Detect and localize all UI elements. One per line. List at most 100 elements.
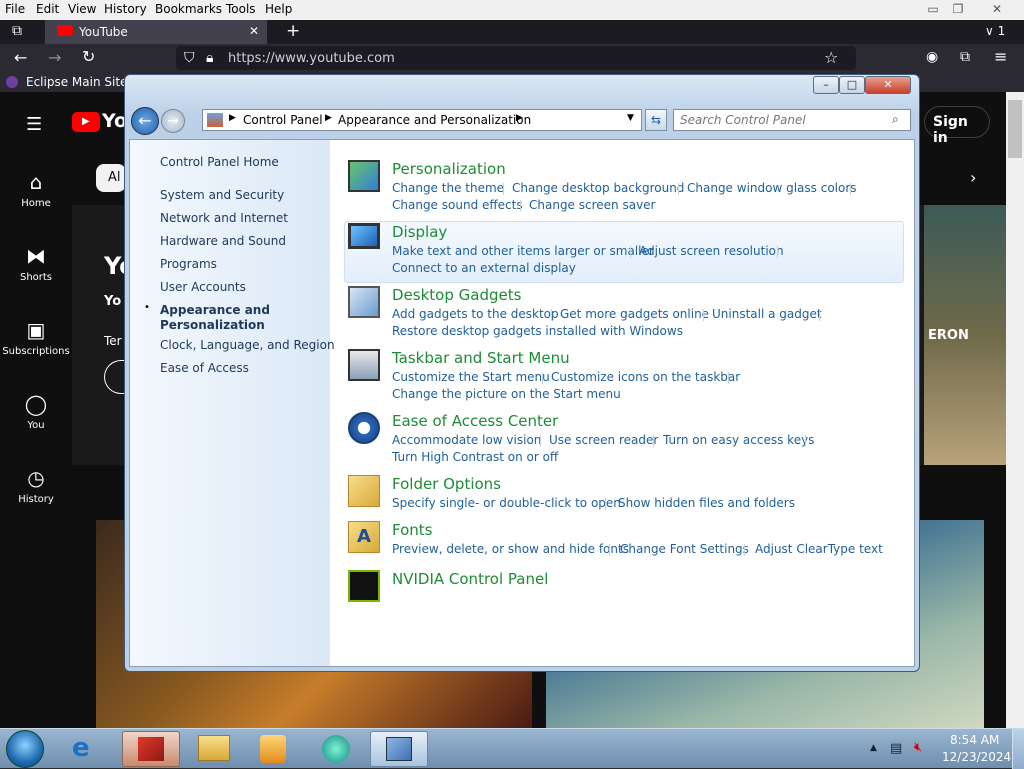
refresh-icon[interactable]: ⇆ <box>645 109 667 131</box>
extensions-icon[interactable]: ⧉ <box>960 50 970 64</box>
internet-explorer-icon[interactable]: e <box>72 733 90 763</box>
sidebar-item-home[interactable]: ⌂ Home <box>0 170 72 209</box>
task-link[interactable]: Turn on easy access keys <box>663 433 814 447</box>
url-text[interactable]: https://www.youtube.com <box>228 51 395 66</box>
shield-icon[interactable]: ⛉ <box>184 51 195 65</box>
category-title[interactable]: Ease of Access Center <box>392 412 558 430</box>
page-scrollbar[interactable] <box>1006 92 1024 728</box>
menu-tools[interactable]: Tools <box>226 2 256 16</box>
task-link[interactable]: Change Font Settings <box>620 542 749 556</box>
task-link[interactable]: Use screen reader <box>549 433 658 447</box>
show-desktop-button[interactable] <box>1012 729 1024 769</box>
media-player-icon[interactable] <box>260 735 286 763</box>
task-link[interactable]: Customize the Start menu <box>392 370 550 384</box>
url-bar[interactable]: ⛉ 🔒︎ https://www.youtube.com ☆ <box>176 46 856 70</box>
task-link[interactable]: Make text and other items larger or smal… <box>392 244 654 258</box>
task-link[interactable]: Restore desktop gadgets installed with W… <box>392 324 683 338</box>
menu-hamburger-icon[interactable]: ≡ <box>994 49 1007 65</box>
app-teal-icon[interactable] <box>322 735 350 763</box>
nav-appearance-personalization[interactable]: Appearance and Personalization <box>160 303 300 333</box>
task-link[interactable]: Specify single- or double-click to open <box>392 496 621 510</box>
forward-icon[interactable]: → <box>48 50 61 66</box>
back-icon[interactable]: ← <box>14 50 27 66</box>
sidebar-item-you[interactable]: ◯ You <box>0 392 72 431</box>
chips-next-icon[interactable]: › <box>970 168 976 187</box>
task-link[interactable]: Change window glass colors <box>687 181 857 195</box>
close-icon[interactable]: ✕ <box>986 1 1008 17</box>
menu-view[interactable]: View <box>68 2 96 16</box>
task-link[interactable]: Change screen saver <box>529 198 656 212</box>
guide-menu-icon[interactable]: ☰ <box>26 114 42 135</box>
category-title[interactable]: Display <box>392 223 447 241</box>
start-button[interactable] <box>6 730 44 768</box>
task-link[interactable]: Show hidden files and folders <box>618 496 795 510</box>
task-link[interactable]: Connect to an external display <box>392 261 576 275</box>
cp-minimize-icon[interactable]: – <box>813 76 839 94</box>
task-link[interactable]: Change sound effects <box>392 198 523 212</box>
new-tab-icon[interactable]: + <box>286 23 300 40</box>
clock-time[interactable]: 8:54 AM <box>950 733 999 747</box>
minimize-icon[interactable]: ▭ <box>922 1 944 17</box>
address-dropdown-icon[interactable]: ▼ <box>627 113 634 123</box>
task-link[interactable]: Accommodate low vision <box>392 433 541 447</box>
cp-back-icon[interactable]: ← <box>131 107 159 135</box>
tab-list-icon[interactable]: ⧉ <box>12 24 22 38</box>
network-icon[interactable]: ▤ <box>890 741 902 756</box>
task-link[interactable]: Customize icons on the taskbar <box>551 370 740 384</box>
nav-ease-of-access[interactable]: Ease of Access <box>160 361 249 375</box>
task-link[interactable]: Adjust ClearType text <box>755 542 883 556</box>
account-icon[interactable]: ◉ <box>926 50 938 64</box>
breadcrumb-control-panel[interactable]: Control Panel <box>243 113 323 127</box>
nav-network-internet[interactable]: Network and Internet <box>160 211 288 225</box>
menu-help[interactable]: Help <box>265 2 292 16</box>
reload-icon[interactable]: ↻ <box>82 49 95 65</box>
category-title[interactable]: Folder Options <box>392 475 501 493</box>
task-link[interactable]: Change the theme <box>392 181 504 195</box>
clock-date[interactable]: 12/23/2024 <box>942 750 1011 764</box>
task-link[interactable]: Turn High Contrast on or off <box>392 450 558 464</box>
tab-overflow-icon[interactable]: ∨ 1 <box>985 25 1005 37</box>
nav-programs[interactable]: Programs <box>160 257 217 271</box>
cp-home-link[interactable]: Control Panel Home <box>160 155 279 169</box>
search-icon[interactable]: ⌕ <box>892 112 899 127</box>
volume-muted-icon[interactable]: 🔇︎ <box>914 740 922 755</box>
task-link[interactable]: Add gadgets to the desktop <box>392 307 559 321</box>
sign-in-button[interactable]: Sign in <box>924 106 990 146</box>
sidebar-item-history[interactable]: ◷ History <box>0 466 72 505</box>
cp-address-bar[interactable]: ▶ Control Panel ▶ Appearance and Persona… <box>202 109 642 131</box>
category-title[interactable]: Personalization <box>392 160 506 178</box>
cp-search-field[interactable]: Search Control Panel ⌕ <box>673 109 911 131</box>
menu-file[interactable]: File <box>5 2 25 16</box>
sidebar-item-subscriptions[interactable]: ▣ Subscriptions <box>0 318 72 357</box>
menu-bookmarks[interactable]: Bookmarks <box>155 2 222 16</box>
tray-overflow-icon[interactable]: ▲ <box>870 743 877 753</box>
restore-icon[interactable]: ❐ <box>947 1 969 17</box>
task-link[interactable]: Adjust screen resolution <box>639 244 784 258</box>
cp-maximize-icon[interactable]: □ <box>839 76 865 94</box>
task-link[interactable]: Change desktop background <box>512 181 684 195</box>
breadcrumb-appearance[interactable]: Appearance and Personalization <box>338 113 531 127</box>
task-link[interactable]: Preview, delete, or show and hide fonts <box>392 542 629 556</box>
cp-close-icon[interactable]: ✕ <box>865 76 911 94</box>
menu-history[interactable]: History <box>104 2 147 16</box>
task-link[interactable]: Get more gadgets online <box>560 307 709 321</box>
tab-youtube[interactable]: YouTube ✕ <box>45 20 267 44</box>
cp-forward-icon[interactable]: → <box>161 109 185 133</box>
menu-edit[interactable]: Edit <box>36 2 59 16</box>
category-title[interactable]: Desktop Gadgets <box>392 286 521 304</box>
nav-hardware-sound[interactable]: Hardware and Sound <box>160 234 286 248</box>
lock-icon[interactable]: 🔒︎ <box>206 51 213 65</box>
category-title[interactable]: Taskbar and Start Menu <box>392 349 570 367</box>
task-link[interactable]: Change the picture on the Start menu <box>392 387 621 401</box>
task-link[interactable]: Uninstall a gadget <box>712 307 822 321</box>
category-title[interactable]: Fonts <box>392 521 432 539</box>
chip-all[interactable]: Al <box>96 164 126 192</box>
bookmark-eclipse[interactable]: Eclipse Main Site <box>26 75 127 89</box>
nav-clock-language-region[interactable]: Clock, Language, and Region <box>160 338 335 352</box>
explorer-folder-icon[interactable] <box>198 735 230 761</box>
scrollbar-thumb[interactable] <box>1008 100 1022 158</box>
sidebar-item-shorts[interactable]: ⧓ Shorts <box>0 244 72 283</box>
bookmark-star-icon[interactable]: ☆ <box>824 50 838 66</box>
nav-user-accounts[interactable]: User Accounts <box>160 280 246 294</box>
nav-system-security[interactable]: System and Security <box>160 188 284 202</box>
